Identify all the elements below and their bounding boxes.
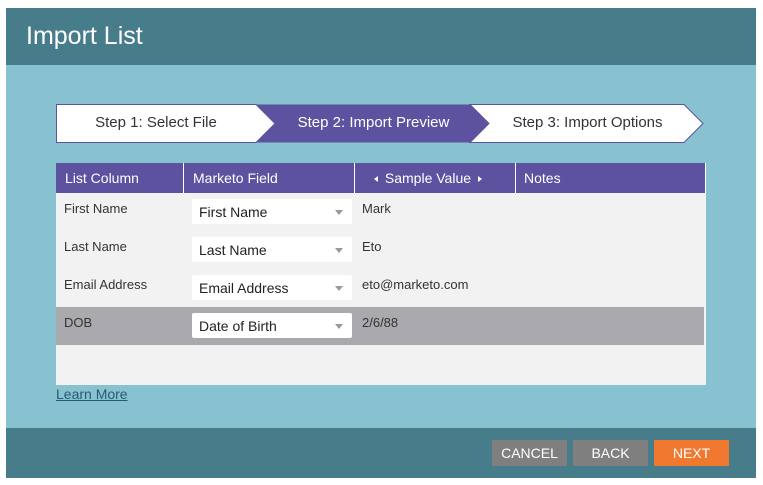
list-column-cell: DOB	[64, 315, 93, 330]
dialog-header: Import List	[6, 8, 756, 65]
sample-value-cell: eto@marketo.com	[362, 277, 469, 292]
dialog-title: Import List	[26, 22, 143, 50]
table-row-selected[interactable]: DOB Date of Birth 2/6/88	[56, 307, 704, 345]
next-sample-icon[interactable]	[477, 176, 482, 183]
step-3-label[interactable]: Step 3: Import Options	[490, 104, 685, 142]
marketo-field-value: Last Name	[199, 242, 267, 258]
marketo-field-value: Email Address	[199, 280, 289, 296]
step-2-label[interactable]: Step 2: Import Preview	[276, 104, 471, 142]
marketo-field-select[interactable]: Date of Birth	[192, 313, 352, 338]
previous-sample-icon[interactable]	[374, 176, 378, 183]
table-row[interactable]: First Name First Name Mark	[56, 193, 704, 231]
wizard-steps: Step 1: Select File Step 2: Import Previ…	[56, 104, 706, 149]
header-marketo-field[interactable]: Marketo Field	[184, 163, 355, 193]
table-row[interactable]: Last Name Last Name Eto	[56, 231, 704, 269]
list-column-cell: Last Name	[64, 239, 127, 254]
table-row[interactable]: Email Address Email Address eto@marketo.…	[56, 269, 704, 307]
sample-value-cell: Eto	[362, 239, 382, 254]
chevron-down-icon	[335, 210, 343, 215]
back-button[interactable]: BACK	[573, 440, 648, 466]
chevron-down-icon	[335, 286, 343, 291]
sample-value-cell: 2/6/88	[362, 315, 399, 330]
header-sample-value[interactable]: Sample Value	[355, 163, 516, 193]
list-column-cell: First Name	[64, 201, 128, 216]
cancel-button[interactable]: CANCEL	[492, 440, 567, 466]
chevron-down-icon	[335, 324, 343, 329]
import-preview-table: List Column Marketo Field Sample Value N…	[56, 163, 706, 385]
marketo-field-select[interactable]: First Name	[192, 199, 352, 224]
marketo-field-select[interactable]: Email Address	[192, 275, 352, 300]
header-notes[interactable]: Notes	[516, 163, 706, 193]
marketo-field-value: First Name	[199, 204, 268, 220]
import-list-dialog: Import List Step 1: Select File Step 2: …	[6, 8, 756, 478]
next-button[interactable]: NEXT	[654, 440, 729, 466]
learn-more-link[interactable]: Learn More	[56, 386, 128, 402]
header-sample-value-label: Sample Value	[384, 170, 472, 186]
list-column-cell: Email Address	[64, 277, 148, 292]
step-1-label[interactable]: Step 1: Select File	[56, 104, 256, 142]
marketo-field-value: Date of Birth	[199, 318, 277, 334]
chevron-down-icon	[335, 248, 343, 253]
marketo-field-select[interactable]: Last Name	[192, 237, 352, 262]
dialog-footer: CANCEL BACK NEXT	[6, 428, 756, 478]
sample-value-cell: Mark	[362, 201, 391, 216]
table-header: List Column Marketo Field Sample Value N…	[56, 163, 706, 193]
header-list-column[interactable]: List Column	[56, 163, 184, 193]
